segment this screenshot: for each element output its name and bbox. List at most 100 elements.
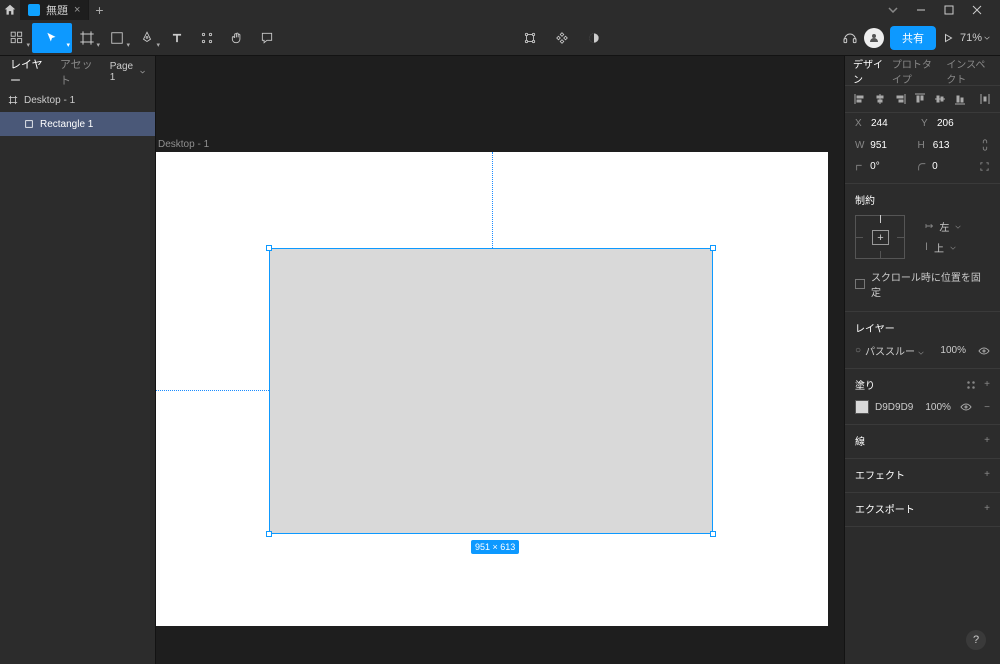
comment-tool[interactable] [252, 23, 282, 53]
edit-object-button[interactable] [515, 23, 545, 53]
align-controls [845, 86, 1000, 113]
resources-tool[interactable] [192, 23, 222, 53]
add-stroke-icon[interactable]: + [984, 435, 990, 446]
fill-opacity-input[interactable]: 100% [925, 402, 951, 413]
constraint-widget[interactable]: + [855, 215, 905, 259]
present-button[interactable] [942, 32, 954, 44]
audio-icon[interactable] [842, 30, 858, 46]
fix-scroll-checkbox[interactable]: スクロール時に位置を固定 [845, 263, 1000, 305]
add-fill-icon[interactable]: + [984, 379, 990, 390]
fill-visibility-icon[interactable] [960, 402, 972, 412]
x-input[interactable]: 244 [871, 118, 917, 129]
rotation-input[interactable]: 0° [870, 161, 913, 172]
radius-input[interactable]: 0 [932, 161, 975, 172]
rotation-icon [855, 162, 866, 172]
mask-button[interactable] [579, 23, 609, 53]
layer-section-heading: レイヤー [855, 320, 895, 335]
visibility-icon[interactable] [978, 346, 990, 356]
home-button[interactable] [0, 0, 20, 20]
independent-corners-icon[interactable] [979, 161, 990, 172]
create-component-button[interactable] [547, 23, 577, 53]
file-tab[interactable]: 無題 × [20, 0, 89, 20]
shape-tool[interactable]: ▾ [102, 23, 132, 53]
add-export-icon[interactable]: + [984, 503, 990, 514]
artboard[interactable]: 951 × 613 [156, 152, 828, 626]
fill-heading: 塗り [855, 377, 875, 392]
assets-tab[interactable]: アセット [60, 56, 98, 88]
frame-tool[interactable]: ▾ [72, 23, 102, 53]
add-effect-icon[interactable]: + [984, 469, 990, 480]
align-top-icon[interactable] [913, 92, 927, 106]
export-heading: エクスポート [855, 501, 915, 516]
arrow-v-icon: Ⅰ [925, 242, 928, 253]
move-tool[interactable]: ▾ [32, 23, 72, 53]
w-input[interactable]: 951 [870, 140, 913, 151]
smart-guide-horizontal [156, 390, 269, 391]
align-left-icon[interactable] [853, 92, 867, 106]
window-minimize[interactable] [916, 5, 944, 15]
constraint-vertical[interactable]: Ⅰ 上 [915, 237, 1000, 258]
h-input[interactable]: 613 [933, 140, 976, 151]
resize-handle-tr[interactable] [710, 245, 716, 251]
prototype-tab[interactable]: プロトタイプ [892, 56, 938, 86]
blend-mode-icon: ○ [855, 345, 861, 356]
layer-name: Desktop - 1 [24, 95, 75, 106]
inspect-tab[interactable]: インスペクト [946, 56, 992, 86]
user-avatar[interactable] [864, 28, 884, 48]
align-hcenter-icon[interactable] [873, 92, 887, 106]
resize-handle-bl[interactable] [266, 531, 272, 537]
selected-rectangle[interactable] [269, 248, 713, 534]
close-tab-icon[interactable]: × [74, 4, 80, 16]
radius-icon [917, 162, 928, 172]
fill-swatch[interactable] [855, 400, 869, 414]
layer-name: Rectangle 1 [40, 119, 93, 130]
align-right-icon[interactable] [893, 92, 907, 106]
toolbar: ▾ ▾ ▾ ▾ ▾ [0, 20, 1000, 56]
remove-fill-icon[interactable]: − [984, 402, 990, 413]
fill-color-input[interactable]: D9D9D9 [875, 402, 913, 413]
layer-rectangle-row[interactable]: Rectangle 1 [0, 112, 155, 136]
help-button[interactable]: ? [966, 630, 986, 650]
style-icon[interactable] [966, 380, 976, 390]
x-label: X [855, 118, 867, 129]
tab-title: 無題 [46, 2, 68, 18]
canvas[interactable]: Desktop - 1 951 × 613 [156, 56, 844, 664]
frame-label[interactable]: Desktop - 1 [158, 139, 209, 150]
hand-tool[interactable] [222, 23, 252, 53]
design-tab[interactable]: デザイン [853, 56, 884, 86]
left-panel: レイヤー アセット Page 1 Desktop - 1 Rectangle 1 [0, 56, 156, 664]
align-bottom-icon[interactable] [953, 92, 967, 106]
zoom-dropdown[interactable]: 71% [960, 32, 990, 44]
stroke-heading: 線 [855, 433, 865, 448]
pen-tool[interactable]: ▾ [132, 23, 162, 53]
zoom-value: 71% [960, 32, 982, 44]
link-dimensions-icon[interactable] [980, 139, 990, 151]
y-input[interactable]: 206 [937, 118, 983, 129]
effects-heading: エフェクト [855, 467, 905, 482]
layer-opacity-input[interactable]: 100% [940, 345, 966, 356]
y-label: Y [921, 118, 933, 129]
page-selector[interactable]: Page 1 [110, 61, 145, 83]
checkbox-icon [855, 279, 865, 289]
window-maximize[interactable] [944, 5, 972, 15]
constraint-horizontal[interactable]: ↦ 左 [915, 216, 1000, 237]
figma-file-icon [28, 4, 40, 16]
resize-handle-br[interactable] [710, 531, 716, 537]
resize-handle-tl[interactable] [266, 245, 272, 251]
new-tab-button[interactable]: + [89, 2, 109, 18]
share-button[interactable]: 共有 [890, 26, 936, 50]
dimension-label: 951 × 613 [471, 540, 519, 554]
text-tool[interactable] [162, 23, 192, 53]
window-close[interactable] [972, 5, 1000, 15]
layers-tab[interactable]: レイヤー [10, 56, 48, 88]
right-panel: デザイン プロトタイプ インスペクト X 244 Y 206 W 951 H [844, 56, 1000, 664]
chevron-down-icon[interactable] [888, 7, 916, 13]
align-vcenter-icon[interactable] [933, 92, 947, 106]
blend-mode-select[interactable]: パススルー [865, 343, 924, 358]
main-menu-button[interactable]: ▾ [2, 23, 32, 53]
arrow-h-icon: ↦ [925, 221, 933, 232]
more-align-icon[interactable] [978, 92, 992, 106]
h-label: H [918, 140, 929, 151]
layer-frame-row[interactable]: Desktop - 1 [0, 88, 155, 112]
titlebar: 無題 × + [0, 0, 1000, 20]
